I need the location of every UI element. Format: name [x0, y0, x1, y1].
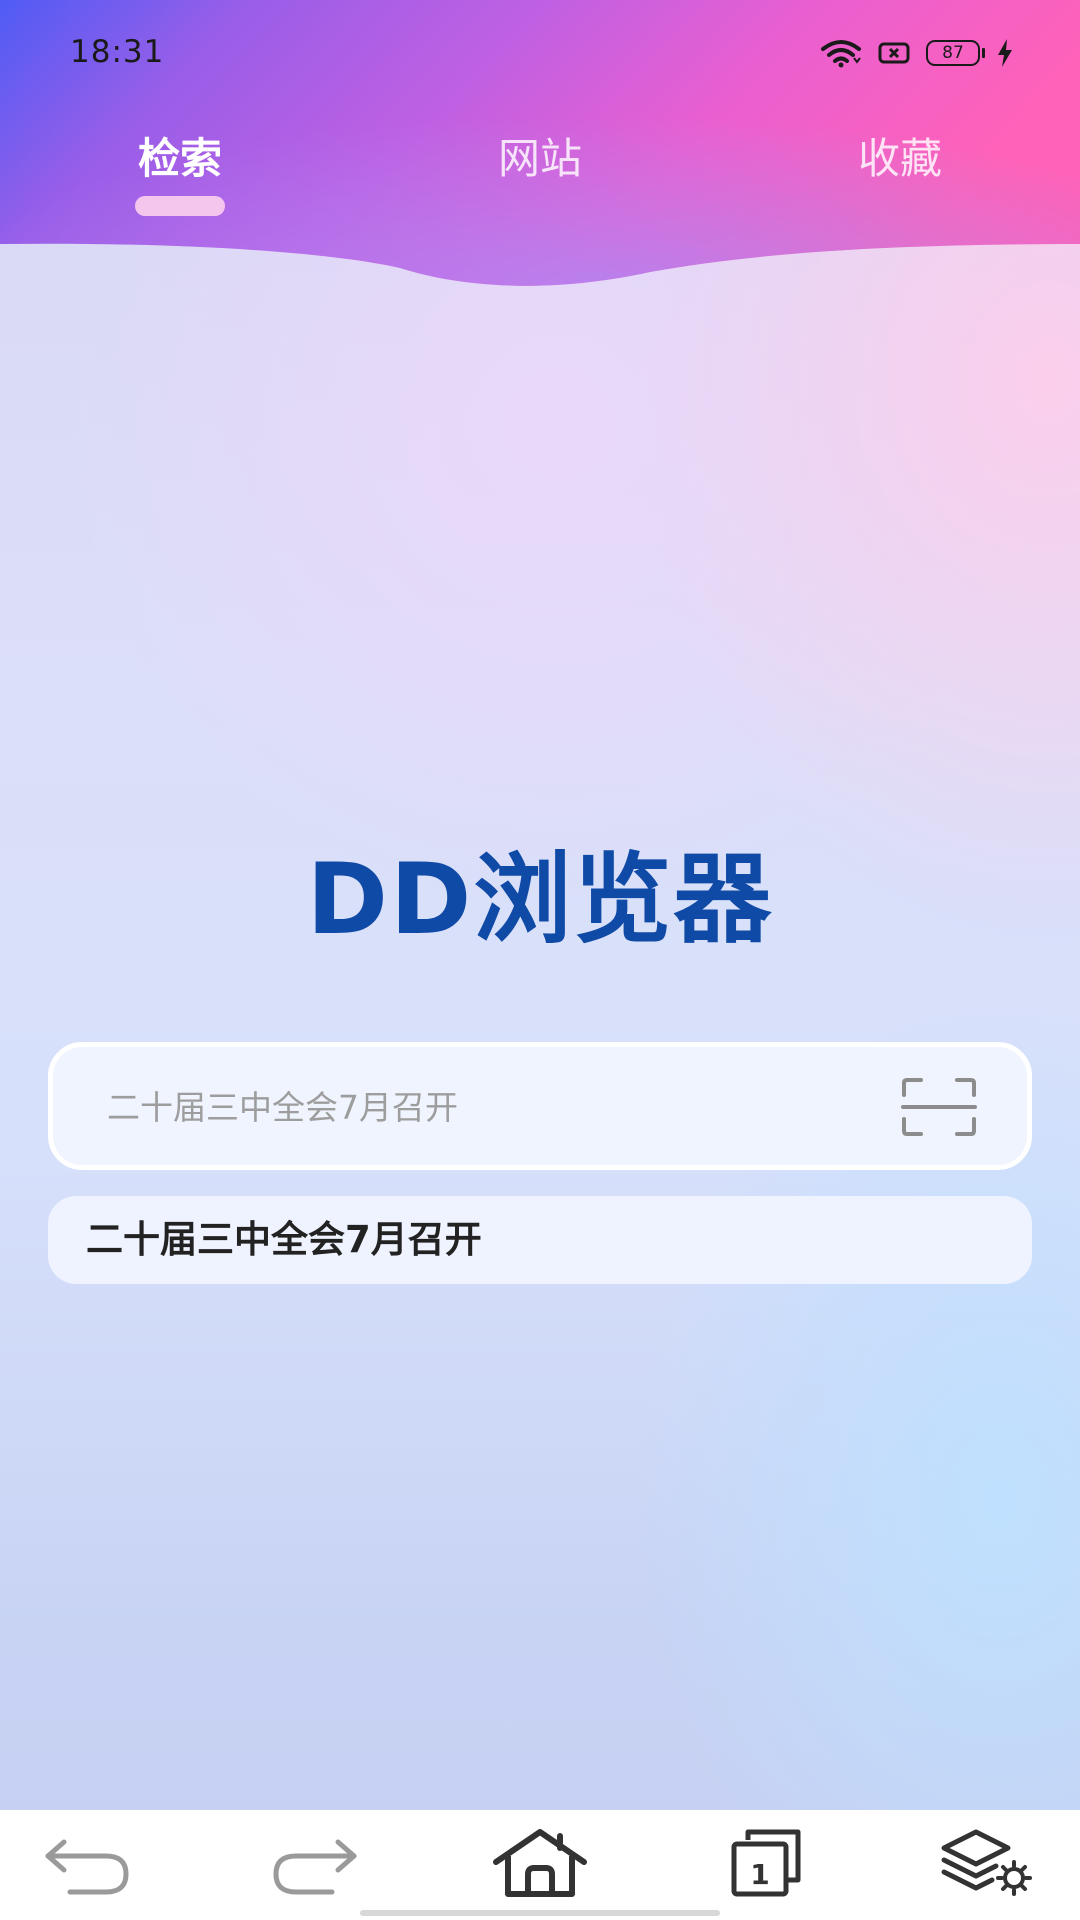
search-box	[48, 1042, 1032, 1170]
status-bar: 18:31 87	[0, 0, 1080, 110]
battery-icon: 87	[926, 40, 985, 66]
top-tabs: 检索 网站 收藏	[0, 125, 1080, 216]
charging-icon	[998, 39, 1012, 67]
home-indicator-bar[interactable]	[360, 1910, 720, 1916]
tab-favorites-label: 收藏	[857, 134, 942, 183]
tab-websites-label: 网站	[497, 134, 582, 183]
browser-home-screen: 18:31 87 检索 网站 收藏 DD浏览器 二十届三中全会7月召开 二十届三…	[0, 0, 1080, 1920]
status-time: 18:31	[70, 34, 165, 70]
battery-level: 87	[942, 43, 964, 63]
search-input[interactable]	[105, 1047, 889, 1167]
tab-search[interactable]: 检索	[80, 125, 280, 216]
tab-search-label: 检索	[137, 134, 222, 183]
status-icons: 87	[820, 36, 1014, 70]
tabs-icon[interactable]: 1	[716, 1828, 816, 1898]
tab-favorites[interactable]: 收藏	[800, 125, 1000, 186]
tab-websites[interactable]: 网站	[440, 125, 640, 186]
bottom-nav: 1	[0, 1810, 1080, 1920]
back-icon[interactable]	[40, 1828, 140, 1898]
forward-icon[interactable]	[262, 1828, 362, 1898]
app-title: DD浏览器	[306, 843, 774, 957]
wifi-icon	[821, 40, 861, 68]
scan-icon[interactable]	[901, 1077, 977, 1137]
search-suggestion-item[interactable]: 二十届三中全会7月召开	[48, 1196, 1032, 1284]
tab-active-indicator	[135, 196, 225, 216]
sim-off-icon	[878, 42, 910, 64]
home-icon[interactable]	[490, 1828, 590, 1898]
layers-settings-icon[interactable]	[936, 1828, 1036, 1898]
tab-count: 1	[750, 1858, 769, 1891]
